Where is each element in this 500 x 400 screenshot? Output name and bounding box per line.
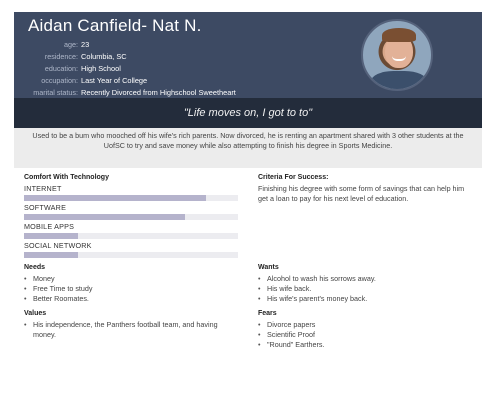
field-row-occupation: occupation: Last Year of College [14, 75, 314, 86]
bio-text: Used to be a bum who mooched off his wif… [32, 131, 464, 151]
field-label: age: [64, 40, 78, 49]
list-item: His independence, the Panthers football … [24, 320, 238, 340]
fears-section: Fears Divorce papers Scientific Proof "R… [258, 310, 472, 349]
fears-title: Fears [258, 310, 277, 317]
wants-title: Wants [258, 264, 279, 271]
skill-fill [24, 214, 185, 220]
field-label: residence: [44, 52, 78, 61]
needs-list: Money Free Time to study Better Roomates… [24, 274, 238, 303]
skill-track [24, 214, 238, 220]
values-section: Values His independence, the Panthers fo… [24, 310, 238, 340]
skill-social-network: SOCIAL NETWORK [24, 241, 238, 260]
avatar [361, 19, 433, 91]
field-row-residence: residence: Columbia, SC [14, 51, 314, 62]
field-value: High School [81, 64, 121, 73]
field-row-education: education: High School [14, 63, 314, 74]
values-title: Values [24, 310, 47, 317]
criteria-section: Criteria For Success: Finishing his degr… [258, 174, 472, 203]
field-value: 23 [81, 40, 90, 49]
list-item: Money [24, 274, 238, 284]
skill-fill [24, 252, 78, 258]
avatar-shirt [371, 71, 427, 89]
field-row-age: age: 23 [14, 39, 314, 50]
wants-section: Wants Alcohol to wash his sorrows away. … [258, 264, 472, 303]
skill-label: SOCIAL NETWORK [24, 241, 92, 250]
skill-track [24, 252, 238, 258]
criteria-text: Finishing his degree with some form of s… [258, 184, 465, 203]
list-item: Free Time to study [24, 284, 238, 294]
persona-fields: age: 23 residence: Columbia, SC educatio… [14, 39, 314, 99]
skill-mobile-apps: MOBILE APPS [24, 222, 238, 241]
list-item: Better Roomates. [24, 294, 238, 304]
field-label: occupation: [41, 76, 78, 85]
list-item: "Round" Earthers. [258, 340, 472, 350]
field-value: Last Year of College [81, 76, 148, 85]
criteria-title: Criteria For Success: [258, 174, 329, 181]
persona-card: Aidan Canfield- Nat N. age: 23 residence… [14, 12, 482, 376]
skill-label: MOBILE APPS [24, 222, 75, 231]
avatar-hair [382, 28, 416, 42]
list-item: His wife back. [258, 284, 472, 294]
fears-list: Divorce papers Scientific Proof "Round" … [258, 320, 472, 349]
bio-box: Used to be a bum who mooched off his wif… [14, 128, 482, 168]
skill-fill [24, 233, 78, 239]
field-value: Columbia, SC [81, 52, 127, 61]
persona-header: Aidan Canfield- Nat N. age: 23 residence… [14, 12, 482, 98]
comfort-title: Comfort With Technology [24, 174, 109, 181]
wants-list: Alcohol to wash his sorrows away. His wi… [258, 274, 472, 303]
quote-bar: "Life moves on, I got to to" [14, 98, 482, 128]
skill-track [24, 233, 238, 239]
comfort-section: Comfort With Technology INTERNET SOFTWAR… [24, 174, 238, 260]
values-list: His independence, the Panthers football … [24, 320, 238, 340]
list-item: Scientific Proof [258, 330, 472, 340]
skill-label: INTERNET [24, 184, 62, 193]
field-value: Recently Divorced from Highschool Sweeth… [81, 88, 236, 97]
needs-section: Needs Money Free Time to study Better Ro… [24, 264, 238, 303]
skill-track [24, 195, 238, 201]
skill-internet: INTERNET [24, 184, 238, 203]
persona-quote: "Life moves on, I got to to" [183, 107, 313, 119]
field-label: education: [44, 64, 78, 73]
list-item: Alcohol to wash his sorrows away. [258, 274, 472, 284]
list-item: Divorce papers [258, 320, 472, 330]
skill-software: SOFTWARE [24, 203, 238, 222]
skill-label: SOFTWARE [24, 203, 67, 212]
needs-title: Needs [24, 264, 46, 271]
persona-name: Aidan Canfield- Nat N. [28, 16, 202, 35]
field-row-marital-status: marital status: Recently Divorced from H… [14, 87, 314, 98]
list-item: His wife's parent's money back. [258, 294, 472, 304]
field-label: marital status: [33, 88, 78, 97]
skill-fill [24, 195, 206, 201]
